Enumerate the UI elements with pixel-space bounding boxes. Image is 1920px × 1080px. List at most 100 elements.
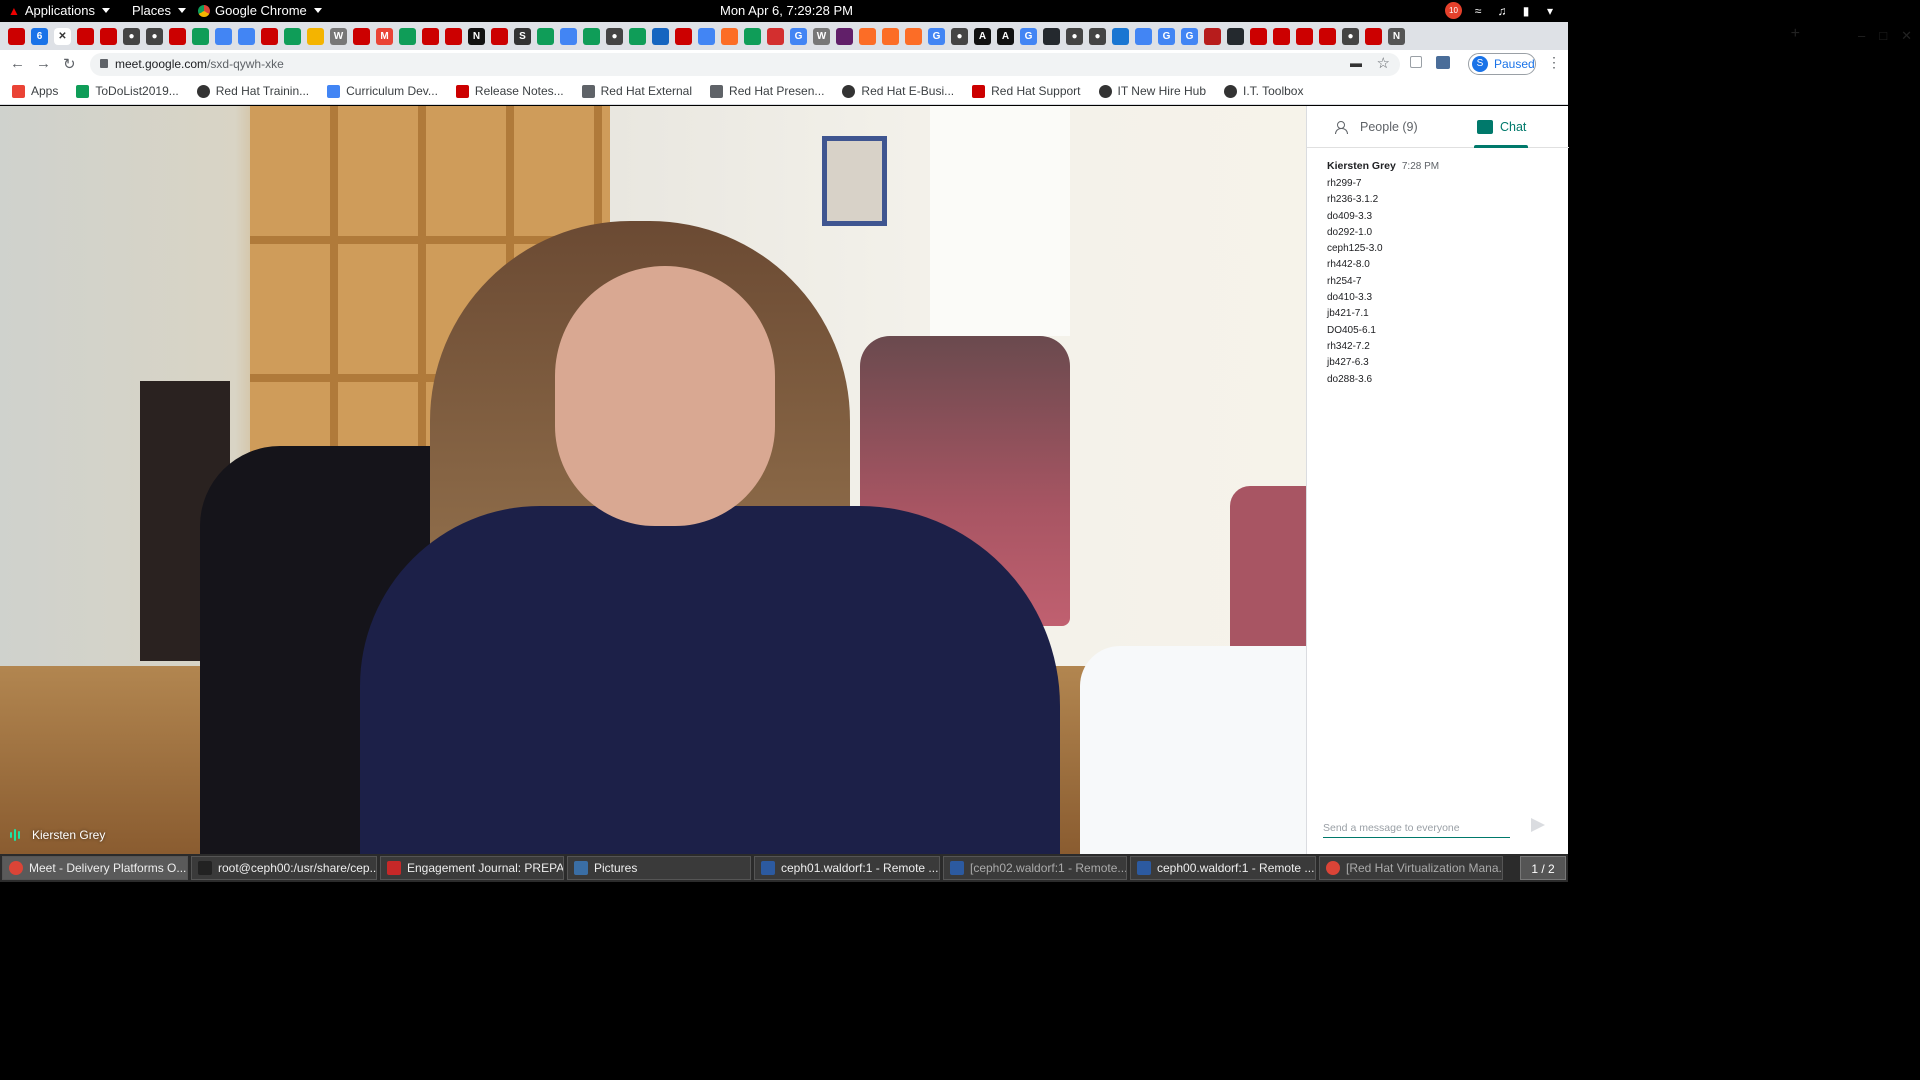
bookmark-item[interactable]: Release Notes... [455, 84, 564, 98]
system-tray[interactable]: 10 ≈ ♫ ▮ ▾ [1445, 2, 1558, 19]
sheets-tab-icon[interactable] [744, 27, 761, 45]
forward-icon[interactable]: → [36, 55, 51, 72]
maximize-icon[interactable]: □ [1879, 28, 1887, 44]
a-tab-icon[interactable]: A [974, 27, 991, 45]
docs-tab-icon[interactable] [238, 27, 255, 45]
taskbar-window-button[interactable]: Engagement Journal: PREPA... [380, 856, 564, 880]
docs-tab-icon[interactable] [1135, 27, 1152, 45]
workspace-indicator[interactable]: 1 / 2 [1520, 856, 1566, 880]
a-tab-icon[interactable]: A [997, 27, 1014, 45]
redhat-tab-icon[interactable] [8, 27, 25, 45]
bookmark-item[interactable]: IT New Hire Hub [1098, 84, 1206, 98]
places-menu[interactable]: Places [132, 3, 187, 18]
acrobat-tab-icon[interactable] [767, 27, 784, 45]
bookmark-item[interactable]: Curriculum Dev... [327, 84, 438, 98]
bookmark-item[interactable]: I.T. Toolbox [1224, 84, 1303, 98]
kebab-menu-icon[interactable]: ⋮ [1547, 54, 1561, 71]
slack-tab-icon[interactable] [836, 27, 853, 45]
redhat-tab-icon[interactable] [1296, 27, 1313, 45]
bookmark-item[interactable]: Red Hat Support [972, 84, 1081, 98]
redhat-tab-icon[interactable] [422, 27, 439, 45]
redhat-tab-icon[interactable] [1365, 27, 1382, 45]
close-icon[interactable]: ✕ [1901, 28, 1912, 44]
bookmark-star-icon[interactable]: ☆ [1377, 54, 1390, 72]
taskbar-window-button[interactable]: ceph00.waldorf:1 - Remote ... [1130, 856, 1316, 880]
docs-tab-icon[interactable] [560, 27, 577, 45]
chat-message-input[interactable] [1323, 818, 1510, 838]
docs-tab-icon[interactable] [698, 27, 715, 45]
taskbar-window-button[interactable]: root@ceph00:/usr/share/cep... [191, 856, 377, 880]
redhat-tab-icon[interactable] [1319, 27, 1336, 45]
bluejeans-tab-icon[interactable] [1112, 27, 1129, 45]
bookmark-item[interactable]: Red Hat External [581, 84, 692, 98]
url-text[interactable]: meet.google.com/sxd-qywh-xke [115, 57, 284, 71]
bookmark-item[interactable]: ToDoList2019... [76, 84, 179, 98]
profile-button[interactable]: S Paused [1468, 53, 1536, 75]
tab-people[interactable]: People (9) [1335, 120, 1418, 134]
notification-badge[interactable]: 10 [1445, 2, 1462, 19]
google-tab-icon[interactable]: G [1158, 27, 1175, 45]
doc-tab-icon[interactable] [652, 27, 669, 45]
globe-tab-icon[interactable]: ● [1342, 27, 1359, 45]
globe-tab-icon[interactable]: ● [146, 27, 163, 45]
github-tab-icon[interactable] [1043, 27, 1060, 45]
keep-tab-icon[interactable] [307, 27, 324, 45]
sheets-tab-icon[interactable] [399, 27, 416, 45]
gmail-tab-icon[interactable]: M [376, 27, 393, 45]
sheets-tab-icon[interactable] [537, 27, 554, 45]
taskbar-window-button[interactable]: ceph01.waldorf:1 - Remote ... [754, 856, 940, 880]
redhat-tab-icon[interactable] [1273, 27, 1290, 45]
taskbar-window-button[interactable]: [Red Hat Virtualization Mana... [1319, 856, 1503, 880]
n-tab-icon[interactable]: N [1388, 27, 1405, 45]
redhat-tab-icon[interactable] [169, 27, 186, 45]
sheets-tab-icon[interactable] [284, 27, 301, 45]
back-icon[interactable]: ← [10, 55, 25, 72]
gitlab-tab-icon[interactable] [882, 27, 899, 45]
globe-tab-icon[interactable]: ● [951, 27, 968, 45]
notion-tab-icon[interactable]: N [468, 27, 485, 45]
taskbar-window-button[interactable]: Pictures [567, 856, 751, 880]
camera-icon[interactable]: ▬ [1350, 56, 1362, 70]
redhat-tab-icon[interactable] [675, 27, 692, 45]
redhat-tab-icon[interactable] [445, 27, 462, 45]
wiki-tab-icon[interactable]: W [813, 27, 830, 45]
wiki-tab-icon[interactable]: W [330, 27, 347, 45]
google-tab-icon[interactable]: G [1020, 27, 1037, 45]
globe-tab-icon[interactable]: ● [1089, 27, 1106, 45]
s-tab-icon[interactable]: S [514, 27, 531, 45]
google-tab-icon[interactable]: G [1181, 27, 1198, 45]
globe-tab-icon[interactable]: ● [123, 27, 140, 45]
gitlab-tab-icon[interactable] [721, 27, 738, 45]
bookmark-item[interactable]: Red Hat E-Busi... [842, 84, 954, 98]
redhat-tab-icon[interactable] [100, 27, 117, 45]
address-bar[interactable]: meet.google.com/sxd-qywh-xke ▬ ☆ [90, 53, 1400, 76]
send-icon[interactable] [1531, 818, 1545, 832]
new-tab-icon[interactable]: + [1791, 25, 1800, 43]
sheets-tab-icon[interactable] [583, 27, 600, 45]
taskbar-window-button[interactable]: Meet - Delivery Platforms O... [2, 856, 188, 880]
close-tab-icon[interactable]: ✕ [54, 27, 71, 45]
bug-tab-icon[interactable] [1204, 27, 1221, 45]
globe-tab-icon[interactable]: ● [1066, 27, 1083, 45]
bookmark-item[interactable]: Red Hat Presen... [710, 84, 824, 98]
google-tab-icon[interactable]: G [790, 27, 807, 45]
redhat-tab-icon[interactable] [1250, 27, 1267, 45]
applications-menu[interactable]: ▲ Applications [8, 3, 110, 18]
app-menu[interactable]: Google Chrome [198, 3, 322, 18]
gitlab-tab-icon[interactable] [859, 27, 876, 45]
tab-chat[interactable]: Chat [1477, 120, 1526, 134]
docs-tab-icon[interactable] [215, 27, 232, 45]
bookmark-item[interactable]: Red Hat Trainin... [196, 84, 309, 98]
calendar-tab-icon[interactable]: 6 [31, 27, 48, 45]
redhat-tab-icon[interactable] [261, 27, 278, 45]
github-tab-icon[interactable] [1227, 27, 1244, 45]
clock[interactable]: Mon Apr 6, 7:29:28 PM [720, 3, 853, 18]
sheets-tab-icon[interactable] [629, 27, 646, 45]
redhat-tab-icon[interactable] [77, 27, 94, 45]
gitlab-tab-icon[interactable] [905, 27, 922, 45]
redhat-tab-icon[interactable] [353, 27, 370, 45]
globe-tab-icon[interactable]: ● [606, 27, 623, 45]
video-feed[interactable]: Kiersten Grey [0, 106, 1306, 854]
minimize-icon[interactable]: – [1858, 28, 1865, 44]
reader-icon[interactable] [1410, 56, 1422, 68]
